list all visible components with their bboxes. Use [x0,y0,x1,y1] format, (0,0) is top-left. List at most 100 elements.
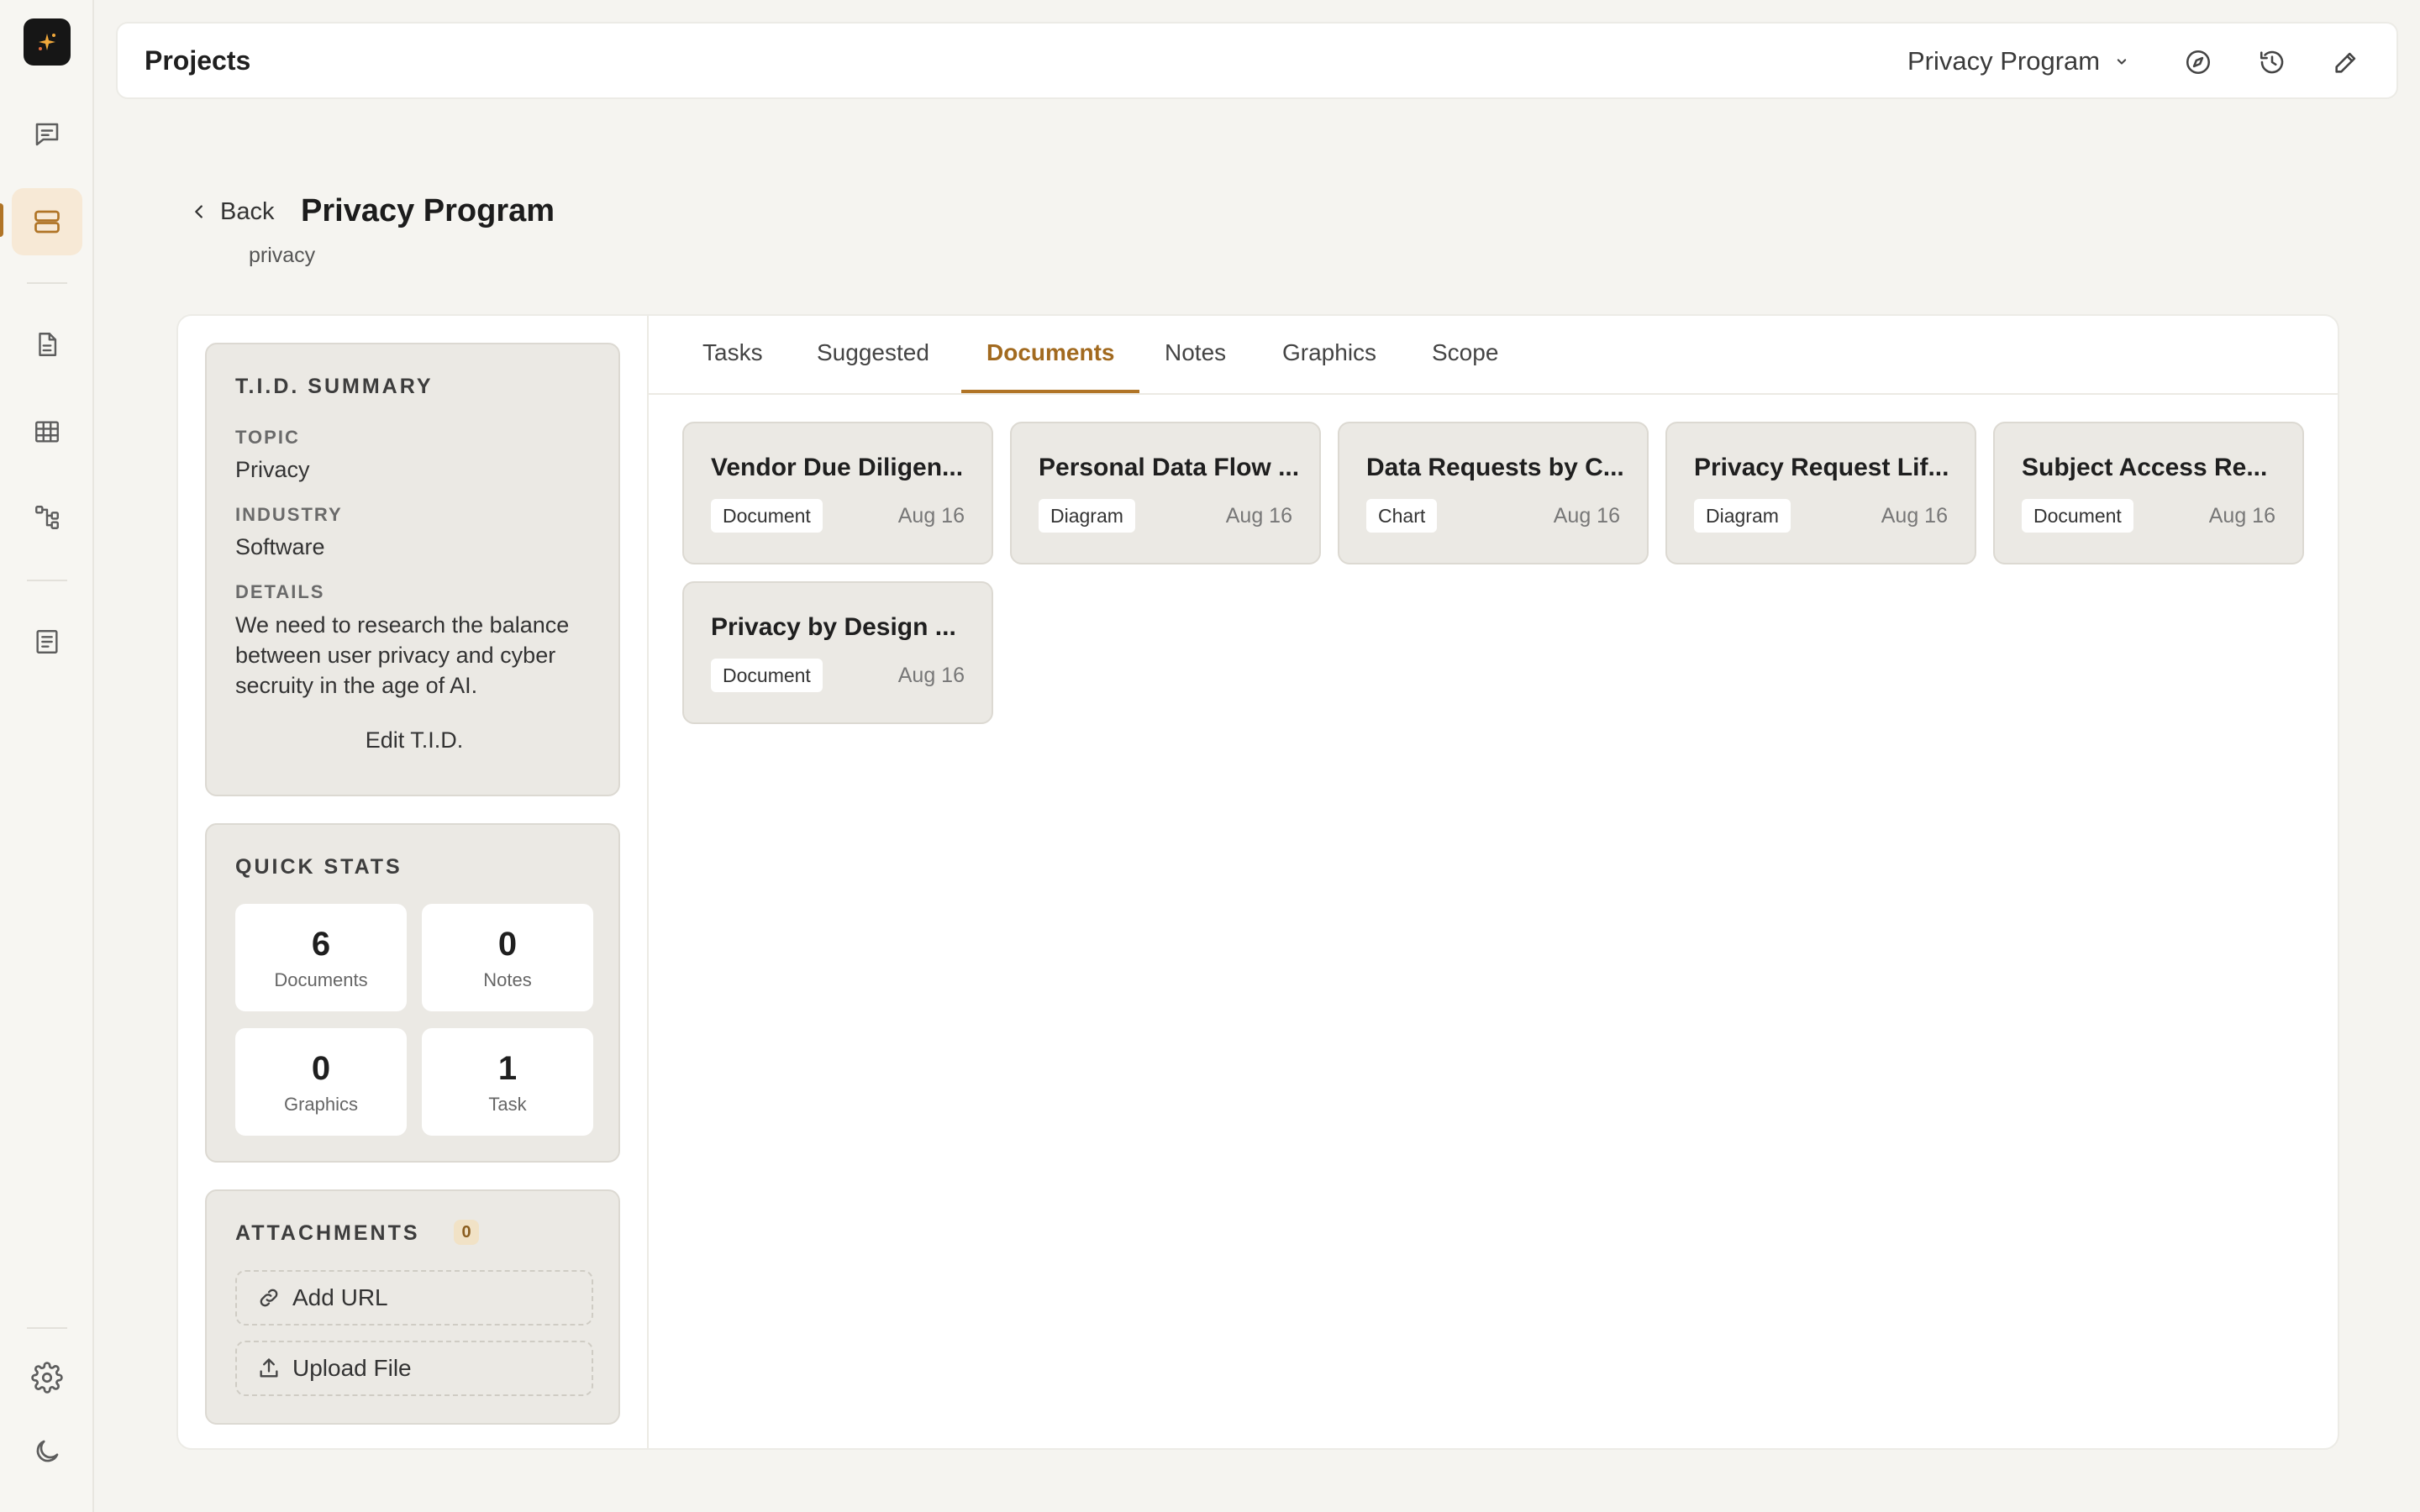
sidebar-divider [647,316,649,1448]
rail-table-button[interactable] [12,398,82,465]
topic-label: TOPIC [235,427,300,448]
tid-summary-panel: T.I.D. SUMMARY TOPIC Privacy INDUSTRY So… [205,343,620,796]
notes-icon [36,630,58,654]
rail-settings-button[interactable] [12,1344,82,1411]
link-icon [260,1289,278,1307]
sparkle-icon [39,34,55,50]
tab-suggested[interactable]: Suggested [817,339,929,393]
tabs-border [649,393,2338,395]
project-selector[interactable]: Privacy Program [1907,42,2130,81]
moon-icon [36,1440,59,1462]
document-card[interactable]: Personal Data Flow ... Diagram Aug 16 [1010,422,1321,564]
document-type-badge: Diagram [1039,499,1135,533]
document-card[interactable]: Subject Access Re... Document Aug 16 [1993,422,2304,564]
rail-chat-button[interactable] [12,101,82,168]
chat-icon [35,123,59,146]
upload-file-label: Upload File [292,1355,412,1381]
rail-divider [27,282,67,284]
document-date: Aug 16 [1881,504,1948,528]
document-type-badge: Document [711,499,823,533]
stat-notes: 0 Notes [422,904,593,1011]
upload-file-button[interactable]: Upload File [235,1341,593,1396]
rail-active-indicator [0,203,3,237]
rail-notes-button[interactable] [12,608,82,675]
compass-icon [2186,50,2211,75]
left-rail [0,0,94,1512]
rail-divider [27,1327,67,1329]
industry-value: Software [235,534,325,559]
project-content: T.I.D. SUMMARY TOPIC Privacy INDUSTRY So… [176,314,2339,1450]
app-title: Projects [145,45,251,76]
document-date: Aug 16 [2208,504,2275,528]
project-selector-value: Privacy Program [1907,46,2101,76]
explore-button[interactable] [2176,40,2220,84]
stat-value: 0 [497,926,518,963]
stat-tasks: 1 Task [422,1028,593,1136]
history-icon [2260,50,2284,74]
rail-documents-button[interactable] [12,311,82,378]
document-card[interactable]: Data Requests by C... Chart Aug 16 [1338,422,1649,564]
back-button[interactable]: Back [190,195,274,228]
topic-value: Privacy [235,457,310,482]
tab-tasks[interactable]: Tasks [702,339,763,393]
attachments-panel: ATTACHMENTS 0 Add URL Upload File [205,1189,620,1425]
document-card[interactable]: Privacy Request Lif... Diagram Aug 16 [1665,422,1976,564]
stat-value: 0 [311,1050,331,1087]
tab-documents[interactable]: Documents [986,339,1114,393]
chevron-left-icon [195,205,203,218]
quick-stats-panel: QUICK STATS 6 Documents 0 Notes 0 Graphi… [205,823,620,1163]
document-title: Data Requests by C... [1366,454,1624,481]
details-value: We need to research the balance between … [235,612,570,698]
app-logo[interactable] [24,18,71,66]
attachments-count-badge: 0 [454,1220,479,1245]
document-date: Aug 16 [1225,504,1292,528]
document-title: Vendor Due Diligen... [711,454,964,481]
document-card[interactable]: Vendor Due Diligen... Document Aug 16 [682,422,993,564]
edit-tid-button[interactable]: Edit T.I.D. [235,719,593,761]
document-title: Subject Access Re... [2022,454,2268,481]
projects-icon [34,210,60,234]
flow-icon [35,506,59,529]
document-type-badge: Document [711,659,823,692]
page-title: Privacy Program [301,193,555,228]
document-type-badge: Chart [1366,499,1438,533]
document-date: Aug 16 [897,504,965,528]
document-type-badge: Document [2022,499,2133,533]
stat-label: Graphics [283,1094,359,1115]
document-title: Privacy Request Lif... [1694,454,1949,481]
stat-label: Notes [483,969,532,990]
stat-documents: 6 Documents [235,904,407,1011]
edit-icon [2335,52,2356,73]
history-button[interactable] [2250,40,2294,84]
tab-scope[interactable]: Scope [1432,339,1498,393]
stat-value: 1 [497,1050,518,1087]
tid-summary-heading: T.I.D. SUMMARY [235,375,434,398]
document-type-badge: Diagram [1694,499,1791,533]
document-title: Personal Data Flow ... [1039,454,1299,481]
back-label: Back [220,197,275,225]
add-url-button[interactable]: Add URL [235,1270,593,1326]
chevron-down-icon [2117,59,2127,65]
details-label: DETAILS [235,581,325,602]
rail-theme-button[interactable] [12,1418,82,1485]
industry-label: INDUSTRY [235,504,343,525]
add-url-label: Add URL [292,1284,388,1310]
stat-graphics: 0 Graphics [235,1028,407,1136]
rail-flow-button[interactable] [12,484,82,551]
stat-label: Documents [274,969,368,990]
stat-value: 6 [311,926,331,963]
tab-graphics[interactable]: Graphics [1282,339,1376,393]
gear-icon [31,1362,63,1394]
document-date: Aug 16 [897,664,965,687]
document-date: Aug 16 [1553,504,1620,528]
rail-divider [27,580,67,581]
attachments-heading: ATTACHMENTS [235,1221,420,1245]
tab-notes[interactable]: Notes [1165,339,1226,393]
page-subtitle: privacy [249,244,316,267]
document-card[interactable]: Privacy by Design ... Document Aug 16 [682,581,993,724]
rail-projects-button[interactable] [12,188,82,255]
table-icon [35,421,59,443]
upload-icon [260,1358,278,1378]
top-bar: Projects Privacy Program [116,22,2398,99]
edit-button[interactable] [2324,40,2368,84]
